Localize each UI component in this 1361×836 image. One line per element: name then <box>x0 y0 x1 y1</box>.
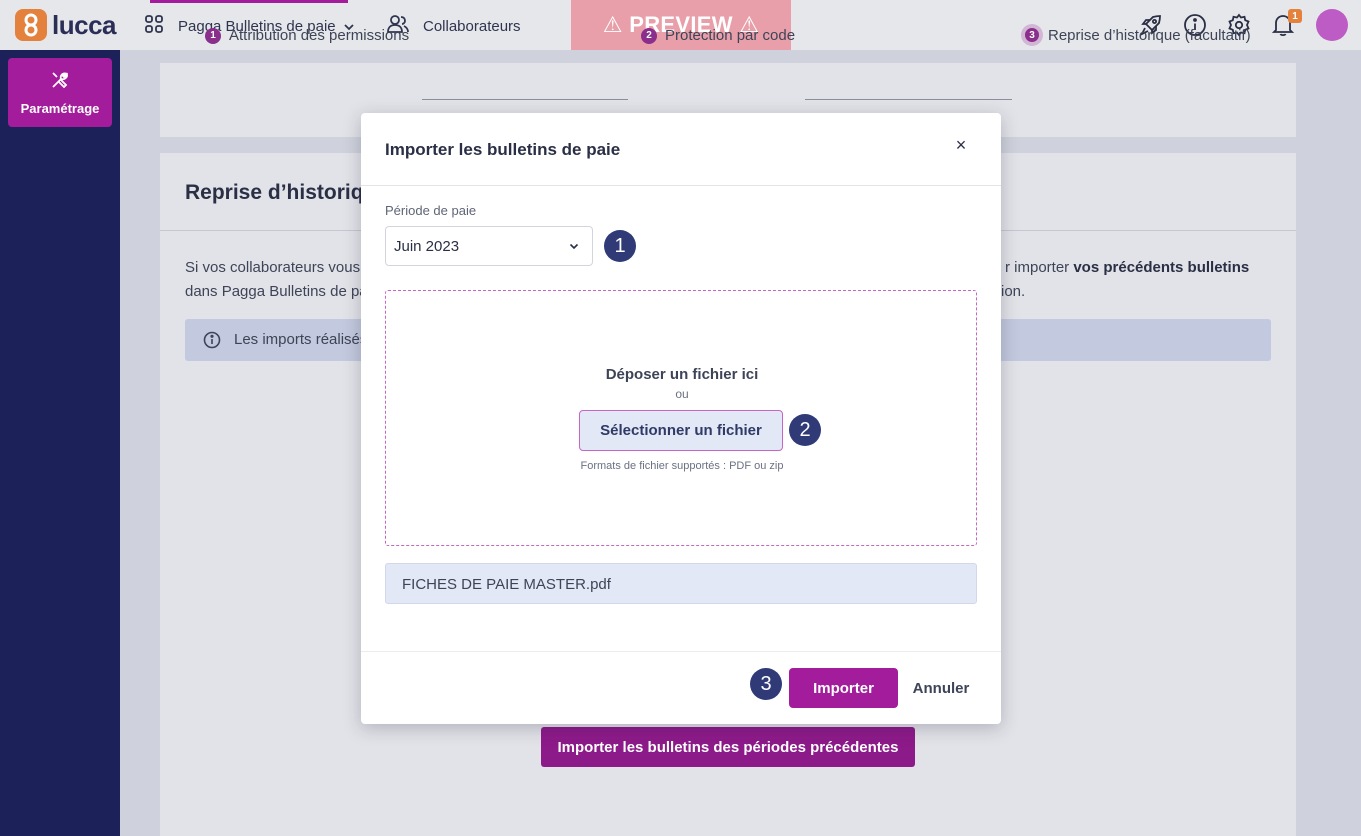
close-icon[interactable]: × <box>951 135 971 155</box>
period-select-value: Juin 2023 <box>394 238 460 255</box>
collaborators-label: Collaborateurs <box>423 17 521 35</box>
import-previous-periods-button[interactable]: Importer les bulletins des périodes préc… <box>541 727 915 767</box>
apps-grid-icon <box>144 14 164 38</box>
step-3[interactable]: 3 Reprise d’historique (facultatif) <box>1021 24 1251 46</box>
sidebar-item-parametrage[interactable]: Paramétrage <box>8 58 112 127</box>
step-marker-3: 3 <box>750 668 782 700</box>
info-banner-text: Les imports réalisés <box>234 331 368 348</box>
lucca-logo-icon <box>15 9 47 41</box>
step-connector <box>422 99 628 100</box>
page-title: Reprise d’historique <box>185 181 389 204</box>
step-label: Attribution des permissions <box>229 27 410 44</box>
tools-icon <box>50 70 70 95</box>
description-line-2-left: dans Pagga Bulletins de pa <box>185 283 368 300</box>
file-name: FICHES DE PAIE MASTER.pdf <box>402 576 611 593</box>
step-number: 2 <box>641 27 657 44</box>
bell-icon[interactable]: 1 <box>1270 9 1302 38</box>
description-line-1-right: r importer vos précédents bulletins <box>1005 259 1250 276</box>
step-connector <box>805 99 1012 100</box>
step-number: 1 <box>205 27 221 44</box>
selected-file-item: FICHES DE PAIE MASTER.pdf <box>385 563 977 604</box>
step-marker-1: 1 <box>604 230 636 262</box>
period-select[interactable]: Juin 2023 <box>385 226 593 266</box>
modal-title: Importer les bulletins de paie <box>385 140 621 159</box>
step-label: Reprise d’historique (facultatif) <box>1048 26 1251 44</box>
step-2[interactable]: 2 Protection par code <box>641 27 795 44</box>
lucca-logo[interactable]: lucca <box>15 9 117 41</box>
notification-badge: 1 <box>1288 9 1302 23</box>
step-1[interactable]: 1 Attribution des permissions <box>205 27 409 44</box>
step-label: Protection par code <box>665 27 796 44</box>
import-modal: Importer les bulletins de paie × Période… <box>361 113 1001 724</box>
step-marker-2: 2 <box>789 414 821 446</box>
import-button[interactable]: Importer <box>789 668 898 708</box>
dropzone-title: Déposer un fichier ici <box>605 366 759 383</box>
active-app-indicator <box>150 0 348 3</box>
logo-text: lucca <box>52 9 117 40</box>
cancel-button[interactable]: Annuler <box>907 668 975 708</box>
dropzone-or: ou <box>675 387 689 401</box>
description-line-1-left: Si vos collaborateurs vous <box>185 259 361 276</box>
modal-divider <box>361 185 1001 186</box>
info-circle-icon <box>203 331 221 354</box>
step-number-active: 3 <box>1021 24 1043 46</box>
sidebar-item-label: Paramétrage <box>20 100 100 116</box>
sidebar: Paramétrage <box>0 50 120 836</box>
file-dropzone[interactable]: Déposer un fichier ici ou Sélectionner u… <box>385 290 977 546</box>
modal-footer-divider <box>361 651 1001 652</box>
description-line-2-right: ion. <box>1001 283 1026 300</box>
select-file-button[interactable]: Sélectionner un fichier <box>579 410 783 451</box>
user-avatar[interactable] <box>1316 9 1348 41</box>
chevron-down-icon <box>568 239 580 257</box>
supported-formats-text: Formats de fichier supportés : PDF ou zi… <box>580 460 784 472</box>
period-label: Période de paie <box>385 203 477 218</box>
